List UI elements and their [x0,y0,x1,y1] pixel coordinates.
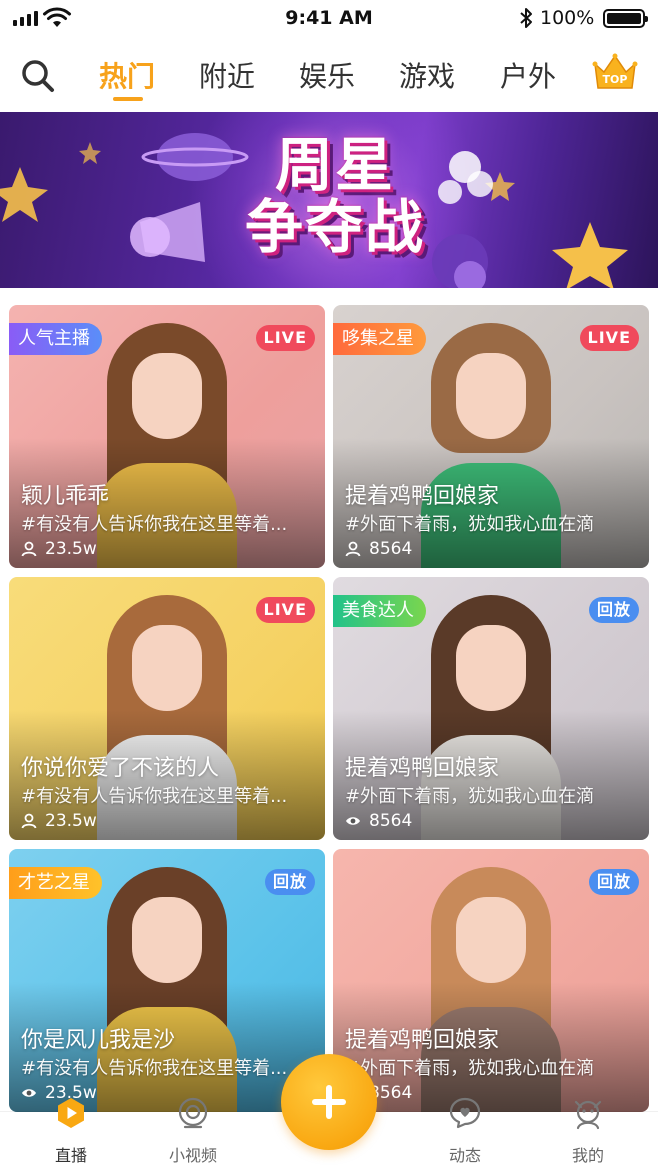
viewer-count: 8564 [345,539,412,559]
card-description: #有没有人告诉你我在这里等着... [21,514,288,535]
card-title: 你是风儿我是沙 [21,1028,176,1053]
tab-outdoor[interactable]: 户外 [500,55,556,95]
tab-short-video[interactable]: 小视频 [148,1097,238,1170]
live-badge: LIVE [579,325,639,351]
card-title: 提着鸡鸭回娘家 [345,1028,500,1053]
live-badge: LIVE [255,325,315,351]
card-tag: 哆集之星 [333,323,426,355]
event-banner[interactable]: 周星 争夺战 [0,112,658,288]
tab-games[interactable]: 游戏 [399,55,455,95]
replay-badge: 回放 [588,597,639,623]
viewer-count: 23.5w [21,539,97,559]
banner-title-line1: 周星 [274,131,395,199]
create-plus-button[interactable] [281,1054,377,1150]
card-description: #有没有人告诉你我在这里等着... [21,786,288,807]
camera-icon [178,1097,208,1129]
eye-icon [346,817,360,825]
tab-short-video-label: 小视频 [168,1146,217,1165]
viewer-count-value: 23.5w [45,539,97,559]
tab-live-label: 直播 [54,1146,87,1165]
card-description: #外面下着雨，犹如我心血在滴 [345,514,595,535]
tab-feed[interactable]: 动态 [420,1097,510,1170]
user-icon [21,813,37,829]
profile-icon [574,1100,602,1130]
tab-entertainment[interactable]: 娱乐 [299,55,355,95]
live-play-icon [58,1098,84,1128]
user-icon [345,541,361,557]
view-count: 8564 [345,811,412,831]
card-description: #外面下着雨，犹如我心血在滴 [345,1058,595,1079]
card-description: #外面下着雨，犹如我心血在滴 [345,786,595,807]
live-card[interactable]: LIVE 你说你爱了不该的人 #有没有人告诉你我在这里等着... 23.5w [9,577,325,840]
live-card[interactable]: 人气主播 LIVE 颖儿乖乖 #有没有人告诉你我在这里等着... 23.5w [9,305,325,568]
banner-title: 周星 争夺战 [220,134,450,258]
live-card[interactable]: 回放 提着鸡鸭回娘家 #外面下着雨，犹如我心血在滴 8564 [333,849,649,1112]
banner-title-line2: 争夺战 [244,193,425,261]
live-card[interactable]: 美食达人 回放 提着鸡鸭回娘家 #外面下着雨，犹如我心血在滴 8564 [333,577,649,840]
replay-badge: 回放 [264,869,315,895]
card-tag: 才艺之星 [9,867,102,899]
viewer-count-value: 23.5w [45,811,97,831]
card-title: 颖儿乖乖 [21,484,110,509]
tab-profile[interactable]: 我的 [543,1100,633,1170]
user-icon [21,541,37,557]
card-tag: 人气主播 [9,323,102,355]
battery-percent: 100% [540,7,595,29]
active-tab-indicator [113,97,143,101]
tab-live[interactable]: 直播 [26,1098,116,1170]
bluetooth-icon [520,8,532,28]
tab-feed-label: 动态 [448,1146,481,1165]
viewer-count-value: 8564 [369,539,413,559]
status-bar: 9:41 AM 100% [0,0,658,40]
tab-profile-label: 我的 [571,1146,604,1165]
card-title: 提着鸡鸭回娘家 [345,756,500,781]
battery-icon [603,9,648,28]
search-icon[interactable] [20,58,56,94]
top-label: TOP [603,73,628,86]
card-title: 提着鸡鸭回娘家 [345,484,500,509]
crown-top-icon[interactable]: TOP [592,52,638,94]
eye-icon [22,1089,36,1097]
tab-nearby[interactable]: 附近 [199,55,255,95]
chat-bubble-icon [449,1097,481,1129]
view-count-value: 8564 [369,811,413,831]
top-nav: 热门 附近 娱乐 游戏 户外 TOP [0,40,658,112]
live-card[interactable]: 才艺之星 回放 你是风儿我是沙 #有没有人告诉你我在这里等着... 23.5w [9,849,325,1112]
card-tag: 美食达人 [333,595,426,627]
live-card[interactable]: 哆集之星 LIVE 提着鸡鸭回娘家 #外面下着雨，犹如我心血在滴 8564 [333,305,649,568]
card-title: 你说你爱了不该的人 [21,756,220,781]
tab-hot[interactable]: 热门 [99,55,155,95]
card-description: #有没有人告诉你我在这里等着... [21,1058,288,1079]
replay-badge: 回放 [588,869,639,895]
live-badge: LIVE [255,597,315,623]
viewer-count: 23.5w [21,811,97,831]
